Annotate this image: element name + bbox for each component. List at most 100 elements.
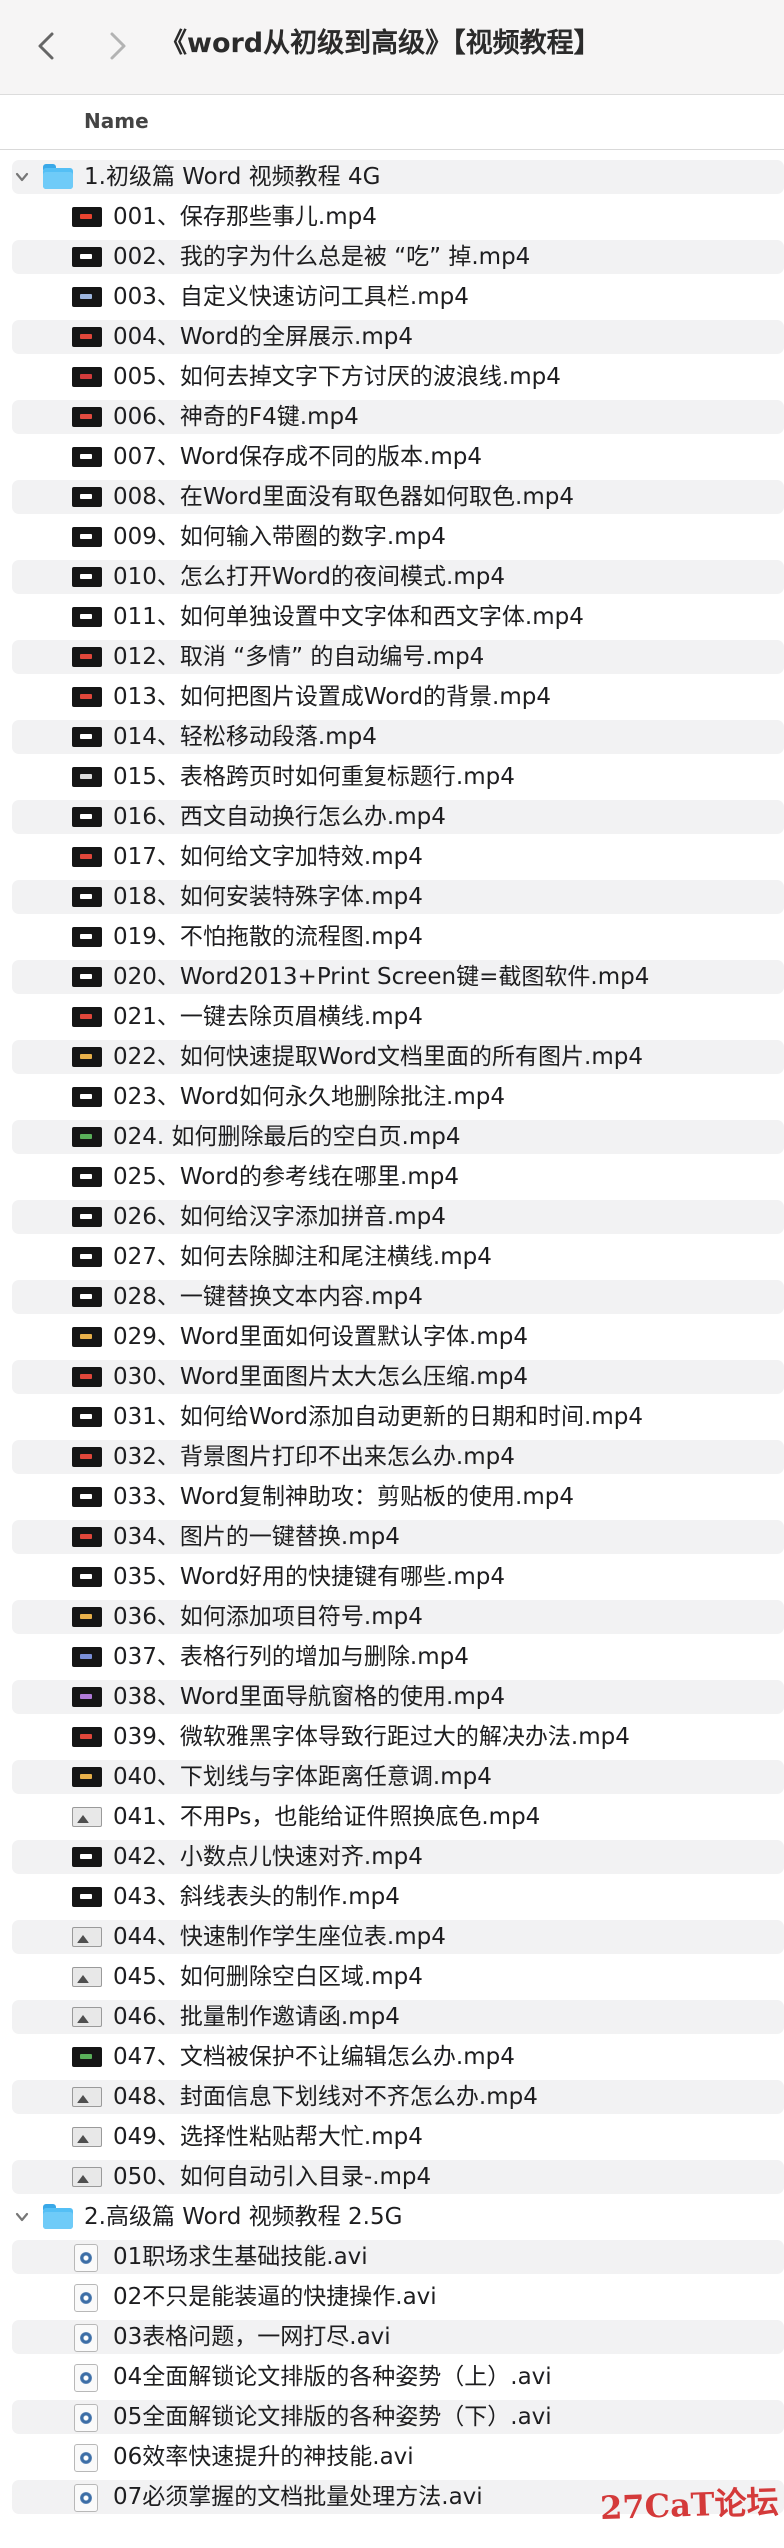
file-row[interactable]: 02不只是能装逼的快捷操作.avi — [0, 2277, 784, 2317]
file-row[interactable]: 018、如何安装特殊字体.mp4 — [0, 877, 784, 917]
name-column-label: Name — [84, 109, 149, 133]
file-row[interactable]: 034、图片的一键替换.mp4 — [0, 1517, 784, 1557]
thumbnail-mark — [80, 1254, 92, 1259]
file-row[interactable]: 017、如何给文字加特效.mp4 — [0, 837, 784, 877]
video-thumbnail-icon — [72, 1327, 102, 1347]
file-row[interactable]: 008、在Word里面没有取色器如何取色.mp4 — [0, 477, 784, 517]
video-thumbnail-icon — [72, 1167, 102, 1187]
video-thumbnail-icon — [72, 1207, 102, 1227]
file-row[interactable]: 045、如何删除空白区域.mp4 — [0, 1957, 784, 1997]
file-name: 017、如何给文字加特效.mp4 — [113, 844, 423, 870]
folder-row[interactable]: 2.高级篇 Word 视频教程 2.5G — [0, 2197, 784, 2237]
file-row[interactable]: 023、Word如何永久地删除批注.mp4 — [0, 1077, 784, 1117]
thumbnail-mark — [80, 1734, 92, 1739]
file-row[interactable]: 021、一键去除页眉横线.mp4 — [0, 997, 784, 1037]
file-row[interactable]: 030、Word里面图片太大怎么压缩.mp4 — [0, 1357, 784, 1397]
avi-file-icon — [74, 2404, 98, 2432]
file-row[interactable]: 044、快速制作学生座位表.mp4 — [0, 1917, 784, 1957]
file-name: 004、Word的全屏展示.mp4 — [113, 324, 413, 350]
thumbnail-mark — [80, 1094, 92, 1099]
file-row[interactable]: 049、选择性粘贴帮大忙.mp4 — [0, 2117, 784, 2157]
video-thumbnail-icon — [72, 2007, 102, 2027]
video-thumbnail-icon — [72, 1927, 102, 1947]
file-row[interactable]: 04全面解锁论文排版的各种姿势（上）.avi — [0, 2357, 784, 2397]
file-row[interactable]: 024. 如何删除最后的空白页.mp4 — [0, 1117, 784, 1157]
file-row[interactable]: 020、Word2013+Print Screen键=截图软件.mp4 — [0, 957, 784, 997]
column-header[interactable]: Name — [0, 95, 784, 150]
file-row[interactable]: 014、轻松移动段落.mp4 — [0, 717, 784, 757]
file-row[interactable]: 036、如何添加项目符号.mp4 — [0, 1597, 784, 1637]
file-row[interactable]: 012、取消 “多情” 的自动编号.mp4 — [0, 637, 784, 677]
file-row[interactable]: 050、如何自动引入目录-.mp4 — [0, 2157, 784, 2197]
file-name: 050、如何自动引入目录-.mp4 — [113, 2164, 432, 2190]
chevron-down-icon[interactable] — [14, 169, 30, 185]
back-button[interactable] — [24, 24, 68, 68]
thumbnail-mark — [80, 1654, 92, 1659]
file-row[interactable]: 004、Word的全屏展示.mp4 — [0, 317, 784, 357]
video-thumbnail-icon — [72, 487, 102, 507]
file-row[interactable]: 028、一键替换文本内容.mp4 — [0, 1277, 784, 1317]
file-row[interactable]: 003、自定义快速访问工具栏.mp4 — [0, 277, 784, 317]
file-row[interactable]: 040、下划线与字体距离任意调.mp4 — [0, 1757, 784, 1797]
file-row[interactable]: 009、如何输入带圈的数字.mp4 — [0, 517, 784, 557]
file-row[interactable]: 015、表格跨页时如何重复标题行.mp4 — [0, 757, 784, 797]
file-row[interactable]: 031、如何给Word添加自动更新的日期和时间.mp4 — [0, 1397, 784, 1437]
file-row[interactable]: 007、Word保存成不同的版本.mp4 — [0, 437, 784, 477]
file-row[interactable]: 029、Word里面如何设置默认字体.mp4 — [0, 1317, 784, 1357]
file-row[interactable]: 026、如何给汉字添加拼音.mp4 — [0, 1197, 784, 1237]
file-row[interactable]: 022、如何快速提取Word文档里面的所有图片.mp4 — [0, 1037, 784, 1077]
thumbnail-mark — [80, 1134, 92, 1139]
avi-file-icon — [74, 2284, 98, 2312]
file-row[interactable]: 032、背景图片打印不出来怎么办.mp4 — [0, 1437, 784, 1477]
file-name: 007、Word保存成不同的版本.mp4 — [113, 444, 482, 470]
file-row[interactable]: 013、如何把图片设置成Word的背景.mp4 — [0, 677, 784, 717]
file-name: 036、如何添加项目符号.mp4 — [113, 1604, 423, 1630]
file-row[interactable]: 043、斜线表头的制作.mp4 — [0, 1877, 784, 1917]
file-row[interactable]: 03表格问题，一网打尽.avi — [0, 2317, 784, 2357]
file-name: 012、取消 “多情” 的自动编号.mp4 — [113, 644, 485, 670]
file-row[interactable]: 016、西文自动换行怎么办.mp4 — [0, 797, 784, 837]
file-row[interactable]: 027、如何去除脚注和尾注横线.mp4 — [0, 1237, 784, 1277]
thumbnail-mark — [80, 1494, 92, 1499]
file-row[interactable]: 010、怎么打开Word的夜间模式.mp4 — [0, 557, 784, 597]
file-row[interactable]: 001、保存那些事儿.mp4 — [0, 197, 784, 237]
video-thumbnail-icon — [72, 527, 102, 547]
file-row[interactable]: 05全面解锁论文排版的各种姿势（下）.avi — [0, 2397, 784, 2437]
file-row[interactable]: 002、我的字为什么总是被 “吃” 掉.mp4 — [0, 237, 784, 277]
file-row[interactable]: 041、不用Ps，也能给证件照换底色.mp4 — [0, 1797, 784, 1837]
file-row[interactable]: 038、Word里面导航窗格的使用.mp4 — [0, 1677, 784, 1717]
thumbnail-mark — [80, 254, 92, 259]
forward-button[interactable] — [96, 24, 140, 68]
avi-file-icon — [74, 2444, 98, 2472]
file-row[interactable]: 047、文档被保护不让编辑怎么办.mp4 — [0, 2037, 784, 2077]
video-thumbnail-icon — [72, 727, 102, 747]
file-row[interactable]: 011、如何单独设置中文字体和西文字体.mp4 — [0, 597, 784, 637]
folder-name: 2.高级篇 Word 视频教程 2.5G — [84, 2204, 403, 2230]
file-row[interactable]: 025、Word的参考线在哪里.mp4 — [0, 1157, 784, 1197]
avi-file-icon — [74, 2244, 98, 2272]
file-name: 006、神奇的F4键.mp4 — [113, 404, 359, 430]
file-row[interactable]: 01职场求生基础技能.avi — [0, 2237, 784, 2277]
file-row[interactable]: 039、微软雅黑字体导致行距过大的解决办法.mp4 — [0, 1717, 784, 1757]
video-thumbnail-icon — [72, 1487, 102, 1507]
file-row[interactable]: 06效率快速提升的神技能.avi — [0, 2437, 784, 2477]
file-row[interactable]: 037、表格行列的增加与删除.mp4 — [0, 1637, 784, 1677]
file-row[interactable]: 035、Word好用的快捷键有哪些.mp4 — [0, 1557, 784, 1597]
file-row[interactable]: 042、小数点儿快速对齐.mp4 — [0, 1837, 784, 1877]
file-name: 045、如何删除空白区域.mp4 — [113, 1964, 423, 1990]
video-thumbnail-icon — [72, 847, 102, 867]
file-row[interactable]: 046、批量制作邀请函.mp4 — [0, 1997, 784, 2037]
thumbnail-mark — [80, 574, 92, 579]
file-row[interactable]: 033、Word复制神助攻：剪贴板的使用.mp4 — [0, 1477, 784, 1517]
thumbnail-mark — [80, 614, 92, 619]
video-thumbnail-icon — [72, 1007, 102, 1027]
file-row[interactable]: 019、不怕拖散的流程图.mp4 — [0, 917, 784, 957]
file-name: 046、批量制作邀请函.mp4 — [113, 2004, 400, 2030]
file-row[interactable]: 005、如何去掉文字下方讨厌的波浪线.mp4 — [0, 357, 784, 397]
file-name: 008、在Word里面没有取色器如何取色.mp4 — [113, 484, 574, 510]
thumbnail-mark — [80, 214, 92, 219]
folder-row[interactable]: 1.初级篇 Word 视频教程 4G — [0, 157, 784, 197]
file-row[interactable]: 048、封面信息下划线对不齐怎么办.mp4 — [0, 2077, 784, 2117]
chevron-down-icon[interactable] — [14, 2209, 30, 2225]
file-row[interactable]: 006、神奇的F4键.mp4 — [0, 397, 784, 437]
